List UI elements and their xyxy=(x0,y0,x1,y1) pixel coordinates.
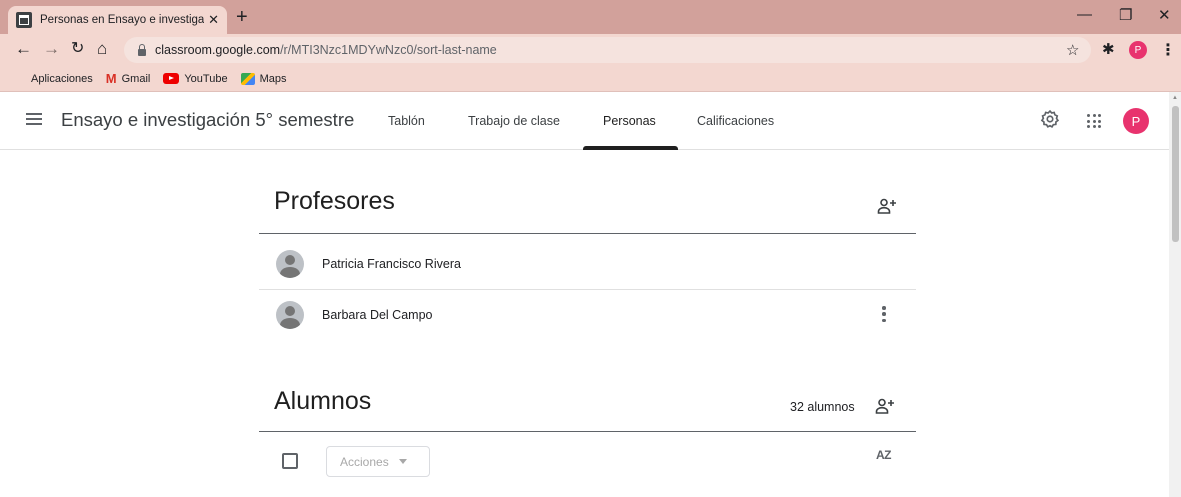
minimize-icon[interactable]: — xyxy=(1077,6,1092,23)
home-icon[interactable]: ⌂ xyxy=(97,39,107,59)
teachers-section-title: Profesores xyxy=(274,187,395,215)
person-avatar-icon xyxy=(276,250,304,278)
new-tab-button[interactable]: + xyxy=(236,7,248,27)
bookmark-gmail[interactable]: M Gmail xyxy=(106,71,151,86)
back-icon[interactable]: ← xyxy=(15,39,32,59)
youtube-icon xyxy=(163,73,180,84)
tab-title: Personas en Ensayo e investigaci xyxy=(40,14,204,26)
teachers-divider xyxy=(259,233,916,234)
sort-az-icon[interactable]: AZ xyxy=(876,448,892,462)
students-section-title: Alumnos xyxy=(274,387,372,415)
more-options-icon[interactable] xyxy=(882,306,886,322)
url-text: classroom.google.com/r/MTI3Nzc1MDYwNzc0/… xyxy=(155,43,497,57)
actions-dropdown[interactable]: Acciones xyxy=(326,446,430,477)
chrome-menu-icon[interactable]: ⋮ xyxy=(1160,40,1176,60)
gmail-icon: M xyxy=(105,71,117,86)
person-avatar-icon xyxy=(276,301,304,329)
tab-personas[interactable]: Personas xyxy=(603,114,656,128)
address-bar[interactable]: classroom.google.com/r/MTI3Nzc1MDYwNzc0/… xyxy=(124,37,1091,63)
select-all-checkbox[interactable] xyxy=(282,453,298,469)
students-divider xyxy=(259,431,916,432)
chrome-profile-avatar[interactable]: P xyxy=(1129,41,1147,59)
tab-tablon[interactable]: Tablón xyxy=(388,114,425,128)
google-apps-icon[interactable] xyxy=(1087,114,1101,128)
bookmark-maps[interactable]: Maps xyxy=(240,72,286,85)
browser-tabstrip: Personas en Ensayo e investigaci ✕ + — ❐… xyxy=(0,0,1181,34)
tab-close-icon[interactable]: ✕ xyxy=(208,12,219,28)
account-avatar[interactable]: P xyxy=(1123,108,1149,134)
course-title[interactable]: Ensayo e investigación 5° semestre xyxy=(61,109,354,131)
extensions-icon[interactable]: ✱ xyxy=(1102,40,1115,58)
teacher-name: Patricia Francisco Rivera xyxy=(322,257,461,271)
maps-icon xyxy=(240,72,255,85)
dropdown-caret-icon xyxy=(398,459,407,464)
invite-student-icon[interactable] xyxy=(875,398,895,414)
teacher-name: Barbara Del Campo xyxy=(322,308,433,322)
active-tab-indicator xyxy=(583,146,678,150)
classroom-favicon-icon xyxy=(16,12,32,28)
row-divider xyxy=(259,289,916,290)
teacher-row[interactable]: Patricia Francisco Rivera xyxy=(276,250,461,278)
close-window-icon[interactable]: ✕ xyxy=(1158,6,1171,24)
bookmark-youtube[interactable]: YouTube xyxy=(163,73,228,85)
restore-icon[interactable]: ❐ xyxy=(1119,6,1132,24)
tab-trabajo-de-clase[interactable]: Trabajo de clase xyxy=(468,114,560,128)
bookmark-star-icon[interactable]: ☆ xyxy=(1066,41,1079,59)
teacher-row[interactable]: Barbara Del Campo xyxy=(276,301,432,329)
invite-teacher-icon[interactable] xyxy=(877,198,897,214)
bookmark-aplicaciones[interactable]: Aplicaciones xyxy=(14,73,93,85)
settings-gear-icon[interactable] xyxy=(1040,109,1060,129)
classroom-header: Ensayo e investigación 5° semestre Tabló… xyxy=(0,92,1169,150)
browser-tab-active[interactable]: Personas en Ensayo e investigaci ✕ xyxy=(8,6,227,34)
lock-icon xyxy=(138,43,146,56)
apps-grid-icon xyxy=(14,73,26,85)
main-menu-icon[interactable] xyxy=(26,113,42,125)
students-count: 32 alumnos xyxy=(790,400,855,414)
forward-icon[interactable]: → xyxy=(43,39,60,59)
reload-icon[interactable]: ↻ xyxy=(71,39,84,59)
page-scrollbar-thumb[interactable] xyxy=(1172,106,1179,242)
scroll-up-arrow-icon[interactable]: ▲ xyxy=(1172,95,1178,101)
tab-calificaciones[interactable]: Calificaciones xyxy=(697,114,774,128)
bookmarks-bar: Aplicaciones M Gmail YouTube Maps xyxy=(0,66,1181,92)
